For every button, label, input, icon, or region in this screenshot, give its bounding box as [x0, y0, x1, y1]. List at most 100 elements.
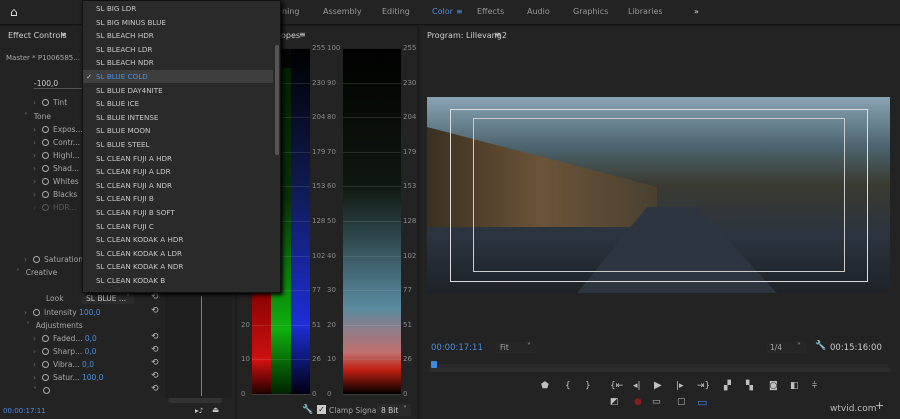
playhead-timecode[interactable]: 00:00:17:11 — [431, 343, 483, 353]
stopwatch-icon[interactable] — [42, 374, 49, 381]
tab-learning[interactable]: ning — [282, 7, 299, 16]
stopwatch-icon[interactable] — [33, 256, 40, 263]
reset-icon[interactable]: ⟲ — [151, 371, 159, 381]
stopwatch-icon[interactable] — [42, 348, 49, 355]
dropdown-item[interactable]: SL BLUE DAY4NITE — [96, 86, 163, 95]
stopwatch-icon[interactable] — [42, 191, 49, 198]
clamp-signal-checkbox[interactable]: ✓ — [317, 405, 326, 414]
panel-menu-icon[interactable]: ≡ — [494, 30, 501, 39]
tab-graphics[interactable]: Graphics — [573, 7, 608, 16]
creative-group[interactable]: ˅ Creative — [16, 268, 57, 277]
clip-selector[interactable]: Master * P1006585... — [6, 54, 80, 62]
stopwatch-icon[interactable] — [42, 361, 49, 368]
stopwatch-icon[interactable] — [42, 387, 50, 394]
dropdown-item[interactable]: SL BLEACH HDR — [96, 31, 154, 40]
dropdown-item[interactable]: SL CLEAN FUJI A LDR — [96, 167, 171, 176]
dropdown-item[interactable]: SL CLEAN KODAK A HDR — [96, 235, 183, 244]
dropdown-item[interactable]: SL BLUE INTENSE — [96, 113, 158, 122]
bit-depth-select[interactable]: 8 Bit ˅ — [377, 404, 411, 416]
step-back-icon[interactable]: ◂| — [633, 381, 641, 391]
camera-icon[interactable]: ◙ — [769, 381, 778, 391]
tone-group[interactable]: ˅ Tone — [24, 112, 51, 121]
zoom-scrollbar[interactable] — [429, 368, 891, 372]
intensity-value[interactable]: 100,0 — [79, 308, 100, 317]
stopwatch-icon[interactable] — [42, 152, 49, 159]
tab-color[interactable]: Color — [432, 7, 453, 16]
dropdown-item[interactable]: SL BLUE MOON — [96, 126, 150, 135]
reset-icon[interactable]: ⟲ — [151, 384, 159, 394]
tab-effects[interactable]: Effects — [477, 7, 504, 16]
reset-icon[interactable]: ⟲ — [151, 358, 159, 368]
tab-libraries[interactable]: Libraries — [628, 7, 663, 16]
dropdown-item[interactable]: SL BLUE ICE — [96, 99, 139, 108]
stopwatch-icon[interactable] — [42, 139, 49, 146]
mark-out-icon[interactable]: } — [585, 381, 591, 391]
more-workspaces-icon[interactable]: » — [694, 7, 699, 16]
stopwatch-icon[interactable] — [33, 309, 40, 316]
export-icon[interactable]: ⏏ — [212, 405, 219, 414]
saturation-value[interactable]: 100,0 — [82, 373, 103, 382]
record-icon[interactable]: ● — [634, 397, 642, 407]
stopwatch-icon[interactable] — [42, 165, 49, 172]
captions-icon[interactable]: ▢ — [677, 397, 686, 407]
faded-value[interactable]: 0,0 — [85, 334, 97, 343]
dropdown-item[interactable]: SL CLEAN KODAK A NDR — [96, 262, 183, 271]
dropdown-item[interactable]: SL BLEACH LDR — [96, 45, 152, 54]
wrench-icon[interactable]: 🔧 — [815, 341, 826, 351]
tab-editing[interactable]: Editing — [382, 7, 410, 16]
zoom-select[interactable]: Fit ˅ — [496, 342, 536, 353]
adjustments-group[interactable]: ˅ Adjustments — [26, 321, 83, 330]
dropdown-item[interactable]: SL CLEAN KODAK A LDR — [96, 249, 182, 258]
dropdown-item[interactable]: SL CLEAN FUJI A HDR — [96, 154, 172, 163]
dropdown-scrollbar[interactable] — [275, 45, 279, 155]
dropdown-item[interactable]: SL CLEAN FUJI A NDR — [96, 181, 172, 190]
play-audio-icon[interactable]: ▸♪ — [195, 406, 204, 415]
multicam-icon[interactable]: ◩ — [610, 397, 619, 407]
timeline-scrollbar[interactable] — [168, 398, 222, 403]
add-marker-icon[interactable]: ⬟ — [541, 381, 549, 391]
comparison-view-icon[interactable]: ◧ — [790, 381, 799, 391]
play-icon[interactable]: ▶ — [654, 380, 662, 391]
dropdown-item[interactable]: SL CLEAN KODAK B — [96, 276, 165, 285]
wrench-icon[interactable]: 🔧 — [302, 405, 313, 415]
dropdown-item[interactable]: SL BLEACH NDR — [96, 58, 154, 67]
resolution-select[interactable]: 1/4 ˅ — [766, 342, 806, 353]
sharpen-value[interactable]: 0,0 — [85, 347, 97, 356]
dropdown-item[interactable]: SL CLEAN FUJI B SOFT — [96, 208, 175, 217]
look-select[interactable]: SL BLUE ... ˅ — [82, 292, 134, 304]
vibrance-value[interactable]: 0,0 — [82, 360, 94, 369]
timecode[interactable]: 00:00:17:11 — [3, 407, 46, 415]
dropdown-item[interactable]: SL BIG MINUS BLUE — [96, 18, 166, 27]
dropdown-item[interactable]: SL BLUE COLD — [96, 72, 148, 81]
panel-menu-icon[interactable]: ≡ — [299, 30, 306, 39]
workspace-menu-icon[interactable]: ≡ — [456, 7, 463, 16]
dropdown-item[interactable]: SL CLEAN FUJI C — [96, 222, 154, 231]
reset-icon[interactable]: ⟲ — [151, 292, 159, 302]
stopwatch-icon[interactable] — [42, 99, 49, 106]
overwrite-icon[interactable]: ▚ — [746, 381, 753, 391]
go-to-out-icon[interactable]: ⇥} — [697, 381, 710, 391]
vr-video-icon[interactable]: ▭ — [697, 396, 707, 409]
stopwatch-icon[interactable] — [42, 126, 49, 133]
mark-in-icon[interactable]: { — [565, 381, 571, 391]
reset-icon[interactable]: ⟲ — [151, 306, 159, 316]
stopwatch-icon[interactable] — [42, 178, 49, 185]
temp-value[interactable]: -100,0 — [34, 79, 58, 88]
dropdown-item[interactable]: SL CLEAN FUJI B — [96, 194, 154, 203]
stopwatch-icon[interactable] — [42, 335, 49, 342]
tab-assembly[interactable]: Assembly — [323, 7, 362, 16]
home-icon[interactable]: ⌂ — [10, 5, 18, 19]
safe-margins-icon[interactable]: ▭ — [652, 397, 661, 407]
go-to-in-icon[interactable]: {⇤ — [610, 381, 623, 391]
video-preview[interactable] — [427, 97, 890, 293]
dropdown-item[interactable]: SL BLUE STEEL — [96, 140, 150, 149]
reset-icon[interactable]: ⟲ — [151, 332, 159, 342]
reset-icon[interactable]: ⟲ — [151, 345, 159, 355]
panel-menu-icon[interactable]: ≡ — [60, 30, 67, 39]
tab-audio[interactable]: Audio — [527, 7, 550, 16]
playhead-marker[interactable] — [431, 361, 437, 368]
settings-icon[interactable]: ⫩ — [812, 381, 817, 391]
insert-icon[interactable]: ▞ — [724, 381, 731, 391]
look-dropdown-menu[interactable]: SL BIG LDR SL BIG MINUS BLUE SL BLEACH HDR… — [82, 0, 281, 293]
dropdown-item[interactable]: SL BIG LDR — [96, 4, 136, 13]
